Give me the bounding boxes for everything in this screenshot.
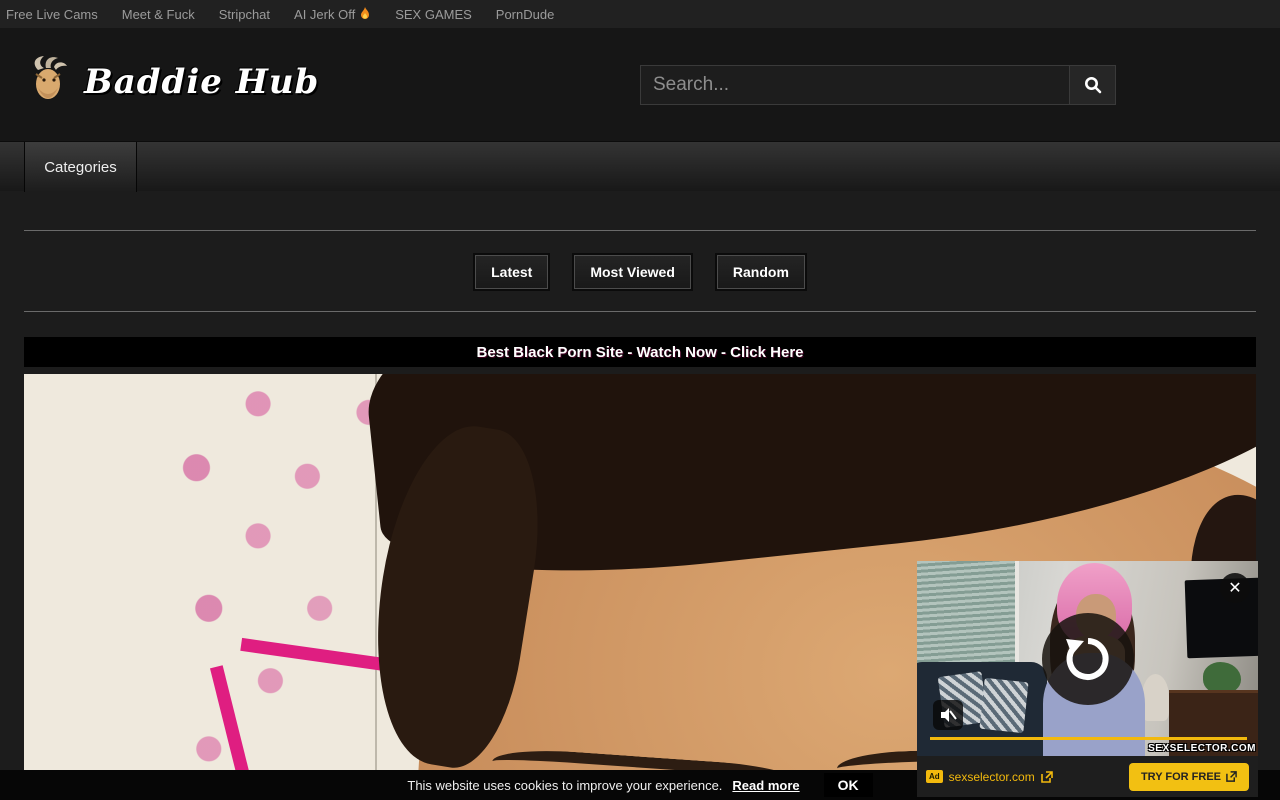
search-bar — [640, 65, 1116, 105]
filter-buttons-row: Latest Most Viewed Random — [0, 255, 1280, 289]
toplink-stripchat[interactable]: Stripchat — [219, 7, 270, 22]
ad-watermark: SEXSELECTOR.COM — [1148, 743, 1256, 754]
replay-icon — [1062, 633, 1114, 685]
cookie-read-more-link[interactable]: Read more — [732, 778, 799, 793]
ad-badge: Ad — [926, 770, 943, 783]
promo-banner-link[interactable]: Best Black Porn Site - Watch Now - Click… — [24, 337, 1256, 367]
main-nav: Categories — [0, 141, 1280, 191]
logo-text: Baddie Hub — [84, 62, 319, 102]
replay-button[interactable] — [1042, 613, 1134, 705]
ad-info-bar: Ad sexselector.com TRY FOR FREE — [917, 756, 1258, 797]
toplink-label: AI Jerk Off — [294, 7, 355, 22]
fire-icon — [359, 7, 371, 21]
filter-random-button[interactable]: Random — [717, 255, 805, 289]
site-logo[interactable]: Baddie Hub — [24, 54, 319, 110]
cookie-ok-button[interactable]: OK — [824, 773, 873, 797]
mute-button[interactable] — [933, 700, 963, 730]
toplink-sex-games[interactable]: SEX GAMES — [395, 7, 472, 22]
external-link-icon — [1041, 771, 1053, 783]
filter-latest-button[interactable]: Latest — [475, 255, 548, 289]
ad-domain-link[interactable]: Ad sexselector.com — [926, 770, 1053, 784]
external-link-icon — [1226, 771, 1237, 782]
goat-icon — [24, 54, 76, 110]
site-header: Baddie Hub — [0, 28, 1280, 141]
ad-video-player[interactable]: ✕ SEXSELECTOR.COM — [917, 561, 1258, 756]
ad-close-button[interactable]: ✕ — [1220, 573, 1250, 603]
search-icon — [1084, 76, 1102, 94]
divider-bottom — [24, 311, 1256, 312]
toplink-meet-and-fuck[interactable]: Meet & Fuck — [122, 7, 195, 22]
ad-cta-button[interactable]: TRY FOR FREE — [1129, 763, 1249, 791]
divider-top — [24, 230, 1256, 231]
toplink-free-live-cams[interactable]: Free Live Cams — [6, 7, 98, 22]
close-icon: ✕ — [1228, 578, 1241, 598]
video-ad-overlay: ✕ SEXSELECTOR.COM Ad sexselector.com TRY… — [917, 561, 1258, 797]
pillow — [979, 678, 1028, 733]
nav-tab-categories[interactable]: Categories — [24, 142, 137, 192]
muted-speaker-icon — [939, 706, 957, 724]
filter-most-viewed-button[interactable]: Most Viewed — [574, 255, 691, 289]
toplink-porndude[interactable]: PornDude — [496, 7, 555, 22]
ad-progress-bar[interactable] — [930, 737, 1247, 740]
ad-cta-label: TRY FOR FREE — [1141, 771, 1221, 783]
side-table — [1142, 674, 1169, 721]
ad-domain-text: sexselector.com — [949, 770, 1035, 784]
cookie-message: This website uses cookies to improve you… — [407, 778, 722, 793]
top-links-bar: Free Live Cams Meet & Fuck Stripchat AI … — [0, 0, 1280, 28]
search-button[interactable] — [1070, 65, 1116, 105]
toplink-ai-jerk-off[interactable]: AI Jerk Off — [294, 7, 371, 22]
search-input[interactable] — [640, 65, 1070, 105]
